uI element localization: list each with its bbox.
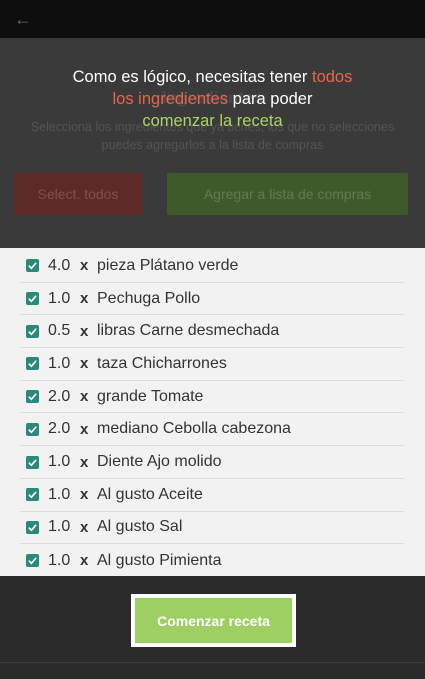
ingredient-name: mediano Cebolla cabezona (97, 420, 291, 438)
ingredient-row[interactable]: 1.0 x taza Chicharrones (20, 348, 404, 381)
ingredient-name: Al gusto Sal (97, 518, 183, 536)
ingredient-name: grande Tomate (97, 387, 204, 405)
divider (0, 662, 425, 663)
multiply-symbol: x (80, 322, 89, 340)
select-all-button[interactable]: Select. todos (14, 173, 142, 215)
ingredient-quantity: 0.5 (48, 322, 71, 340)
ingredient-name: Diente Ajo molido (97, 453, 222, 471)
start-recipe-button[interactable]: Comenzar receta (135, 598, 292, 643)
ingredient-name: taza Chicharrones (97, 354, 227, 372)
ingredient-quantity: 1.0 (48, 289, 71, 307)
back-arrow-icon[interactable]: ← (14, 9, 32, 29)
ingredient-quantity: 1.0 (48, 518, 71, 536)
checkbox-checked-icon[interactable] (26, 390, 39, 404)
multiply-symbol: x (80, 257, 89, 275)
multiply-symbol: x (80, 420, 89, 438)
ingredient-row[interactable]: 1.0 x Al gusto Pimienta (20, 544, 404, 577)
ingredient-quantity: 2.0 (48, 387, 71, 405)
add-to-shopping-list-button[interactable]: Agregar a lista de compras (167, 173, 408, 215)
checkbox-checked-icon[interactable] (26, 259, 39, 273)
ingredient-row[interactable]: 1.0 x Al gusto Aceite (20, 479, 404, 512)
ingredient-quantity: 1.0 (48, 551, 71, 569)
multiply-symbol: x (80, 290, 89, 308)
message-highlight-start: comenzar la receta (142, 112, 283, 130)
ingredient-list: 4.0 x pieza Plátano verde 1.0 x Pechuga Pollo… (0, 248, 425, 576)
tutorial-message: Como es lógico, necesitas tener todos lo… (0, 66, 425, 132)
message-text-2: para poder (228, 90, 313, 108)
ingredient-row[interactable]: 1.0 x Al gusto Sal (20, 512, 404, 545)
multiply-symbol: x (80, 453, 89, 471)
ingredient-row[interactable]: 0.5 x libras Carne desmechada (20, 315, 404, 349)
multiply-symbol: x (80, 355, 89, 373)
multiply-symbol: x (80, 388, 89, 406)
ingredient-quantity: 4.0 (48, 256, 71, 274)
checkbox-checked-icon[interactable] (26, 520, 39, 534)
message-text-1: Como es lógico, necesitas tener (72, 68, 312, 86)
ingredient-name: libras Carne desmechada (97, 322, 280, 340)
checkbox-checked-icon[interactable] (26, 324, 39, 338)
ingredient-name: Al gusto Pimienta (97, 551, 222, 569)
multiply-symbol: x (80, 518, 89, 536)
ingredient-row[interactable]: 4.0 x pieza Plátano verde (20, 250, 404, 283)
ingredient-quantity: 1.0 (48, 485, 71, 503)
ingredient-name: pieza Plátano verde (97, 256, 239, 274)
checkbox-checked-icon[interactable] (26, 357, 39, 371)
ingredient-row[interactable]: 2.0 x grande Tomate (20, 381, 404, 414)
checkbox-checked-icon[interactable] (26, 455, 39, 469)
ingredient-row[interactable]: 1.0 x Pechuga Pollo (20, 283, 404, 316)
app-bar: ← (0, 0, 425, 38)
ingredient-quantity: 1.0 (48, 354, 71, 372)
ingredient-quantity: 2.0 (48, 420, 71, 438)
message-highlight-all: todos (312, 68, 353, 86)
message-highlight-ingredients: los ingredientes (112, 90, 229, 108)
checkbox-checked-icon[interactable] (26, 554, 39, 568)
checkbox-checked-icon[interactable] (26, 488, 39, 502)
ingredient-row[interactable]: 1.0 x Diente Ajo molido (20, 446, 404, 479)
ingredient-name: Al gusto Aceite (97, 485, 203, 503)
multiply-symbol: x (80, 486, 89, 504)
ingredient-name: Pechuga Pollo (97, 289, 201, 307)
checkbox-checked-icon[interactable] (26, 422, 39, 436)
ingredient-quantity: 1.0 (48, 453, 71, 471)
ingredient-row[interactable]: 2.0 x mediano Cebolla cabezona (20, 414, 404, 447)
start-button-highlight: Comenzar receta (131, 594, 296, 647)
checkbox-checked-icon[interactable] (26, 292, 39, 306)
multiply-symbol: x (80, 552, 89, 570)
